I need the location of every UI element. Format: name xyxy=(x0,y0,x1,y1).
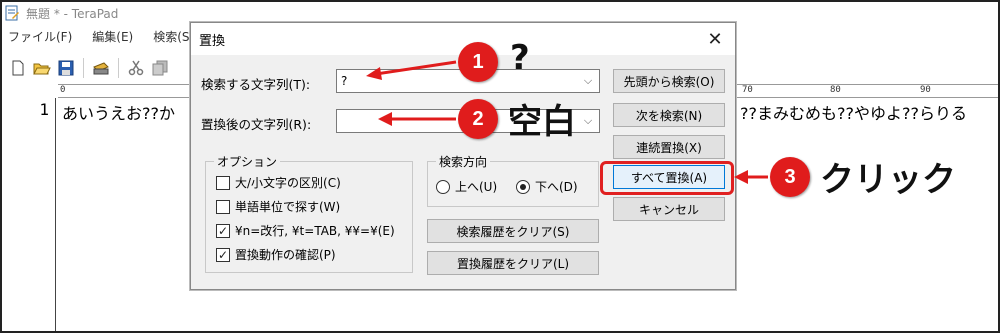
direction-up-option[interactable]: 上へ(U) xyxy=(436,178,497,195)
step3-badge: 3 xyxy=(770,157,810,197)
chevron-down-icon[interactable]: ⌵ xyxy=(581,73,595,89)
replace-label: 置換後の文字列(R): xyxy=(201,117,312,132)
open-folder-icon[interactable] xyxy=(32,58,52,78)
direction-up-radio[interactable] xyxy=(436,179,450,194)
escape-sequence-checkbox[interactable]: ✓ xyxy=(216,223,230,238)
clear-replace-history-button[interactable]: 置換履歴をクリア(L) xyxy=(427,251,599,275)
whole-word-label: 単語単位で探す(W) xyxy=(235,200,341,214)
cancel-button[interactable]: キャンセル xyxy=(613,197,725,221)
title-bar: 無題 * - TeraPad xyxy=(2,2,998,24)
clear-search-history-button[interactable]: 検索履歴をクリア(S) xyxy=(427,219,599,243)
case-sensitive-label: 大/小文字の区別(C) xyxy=(235,176,341,190)
editor-text-right[interactable]: ??まみむめも??やゆよ??らりる xyxy=(740,100,967,124)
ruler-mark-90: 90 xyxy=(920,85,931,95)
step3-label: クリック xyxy=(820,160,956,200)
case-sensitive-checkbox[interactable] xyxy=(216,175,230,190)
save-icon[interactable] xyxy=(56,58,76,78)
options-group-title: オプション xyxy=(214,153,281,170)
direction-group-title: 検索方向 xyxy=(436,153,491,170)
ruler-mark-80: 80 xyxy=(830,85,841,95)
replace-all-highlight xyxy=(600,161,734,195)
editor-text-left[interactable]: あいうえお??か xyxy=(62,100,175,124)
find-label: 検索する文字列(T): xyxy=(201,77,311,92)
step2-badge: 2 xyxy=(458,99,498,139)
direction-up-label: 上へ(U) xyxy=(455,180,498,194)
copy-icon[interactable] xyxy=(150,58,170,78)
ruler-mark-0: 0 xyxy=(60,85,66,95)
whole-word-option[interactable]: 単語単位で探す(W) xyxy=(216,198,340,215)
find-input[interactable]: ? xyxy=(341,74,347,88)
whole-word-checkbox[interactable] xyxy=(216,199,230,214)
menu-edit[interactable]: 編集(E) xyxy=(86,28,139,45)
confirm-replace-option[interactable]: ✓ 置換動作の確認(P) xyxy=(216,246,336,263)
dialog-title: 置換 xyxy=(199,33,226,49)
step2-label: 空白 xyxy=(508,102,576,142)
toolbar-separator xyxy=(118,58,119,78)
close-icon[interactable]: ✕ xyxy=(703,27,727,51)
direction-down-label: 下へ(D) xyxy=(535,180,578,194)
escape-sequence-option[interactable]: ✓ ¥n=改行, ¥t=TAB, ¥¥=¥(E) xyxy=(216,222,395,239)
toolbar-separator xyxy=(83,58,84,78)
window-title: 無題 * - TeraPad xyxy=(26,6,119,21)
radio-selected-dot xyxy=(520,183,526,190)
menu-file[interactable]: ファイル(F) xyxy=(2,28,78,45)
line-number: 1 xyxy=(39,100,49,119)
step1-label: ? xyxy=(510,38,530,78)
new-file-icon[interactable] xyxy=(8,58,28,78)
search-next-button[interactable]: 次を検索(N) xyxy=(613,103,725,127)
line-number-gutter: 1 xyxy=(2,98,56,331)
direction-group: 検索方向 上へ(U) 下へ(D) xyxy=(427,153,599,207)
confirm-replace-label: 置換動作の確認(P) xyxy=(235,248,336,262)
escape-sequence-label: ¥n=改行, ¥t=TAB, ¥¥=¥(E) xyxy=(235,224,395,238)
direction-down-radio[interactable] xyxy=(516,179,530,194)
search-from-top-button[interactable]: 先頭から検索(O) xyxy=(613,69,725,93)
case-sensitive-option[interactable]: 大/小文字の区別(C) xyxy=(216,174,341,191)
direction-down-option[interactable]: 下へ(D) xyxy=(516,178,578,195)
step1-badge: 1 xyxy=(458,42,498,82)
options-group: オプション 大/小文字の区別(C) 単語単位で探す(W) ✓ ¥n=改行, ¥t… xyxy=(205,153,413,273)
terapad-app-icon xyxy=(5,5,19,21)
ruler-mark-70: 70 xyxy=(742,85,753,95)
confirm-replace-checkbox[interactable]: ✓ xyxy=(216,247,230,262)
continuous-replace-button[interactable]: 連続置換(X) xyxy=(613,135,725,159)
cut-icon[interactable] xyxy=(126,58,146,78)
chevron-down-icon[interactable]: ⌵ xyxy=(581,113,595,129)
print-icon[interactable] xyxy=(91,58,111,78)
